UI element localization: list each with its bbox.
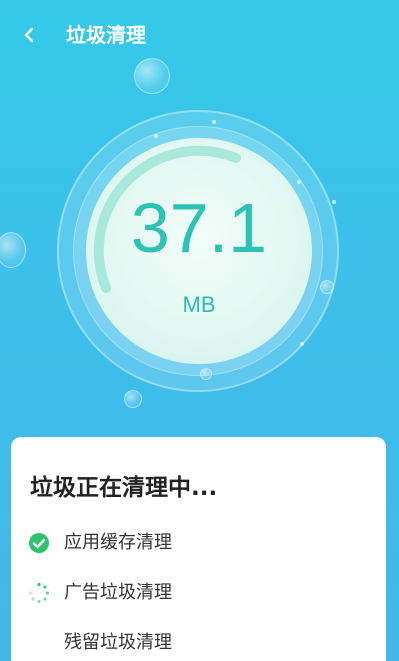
bubble-decoration — [0, 232, 26, 268]
bubble-decoration — [124, 390, 142, 408]
page-title: 垃圾清理 — [66, 23, 146, 47]
back-button[interactable] — [14, 20, 44, 50]
junk-size-value: 37.1 — [130, 189, 268, 267]
junk-size-unit: MB — [182, 292, 216, 317]
header-bar: 垃圾清理 — [0, 0, 399, 70]
task-app-cache: 应用缓存清理 — [28, 528, 172, 558]
task-label: 应用缓存清理 — [64, 532, 172, 553]
sparkle-dot — [332, 200, 336, 204]
check-circle-icon — [28, 532, 50, 554]
task-residual-junk: 残留垃圾清理 — [28, 628, 172, 658]
cleaning-status-title: 垃圾正在清理中... — [30, 475, 218, 501]
task-label: 广告垃圾清理 — [64, 582, 172, 603]
spinner-icon — [28, 582, 50, 604]
task-label: 残留垃圾清理 — [64, 632, 172, 653]
bubble-decoration — [134, 58, 170, 94]
chevron-left-icon — [24, 27, 34, 43]
pending-placeholder-icon — [28, 632, 50, 654]
task-ad-junk: 广告垃圾清理 — [28, 578, 172, 608]
